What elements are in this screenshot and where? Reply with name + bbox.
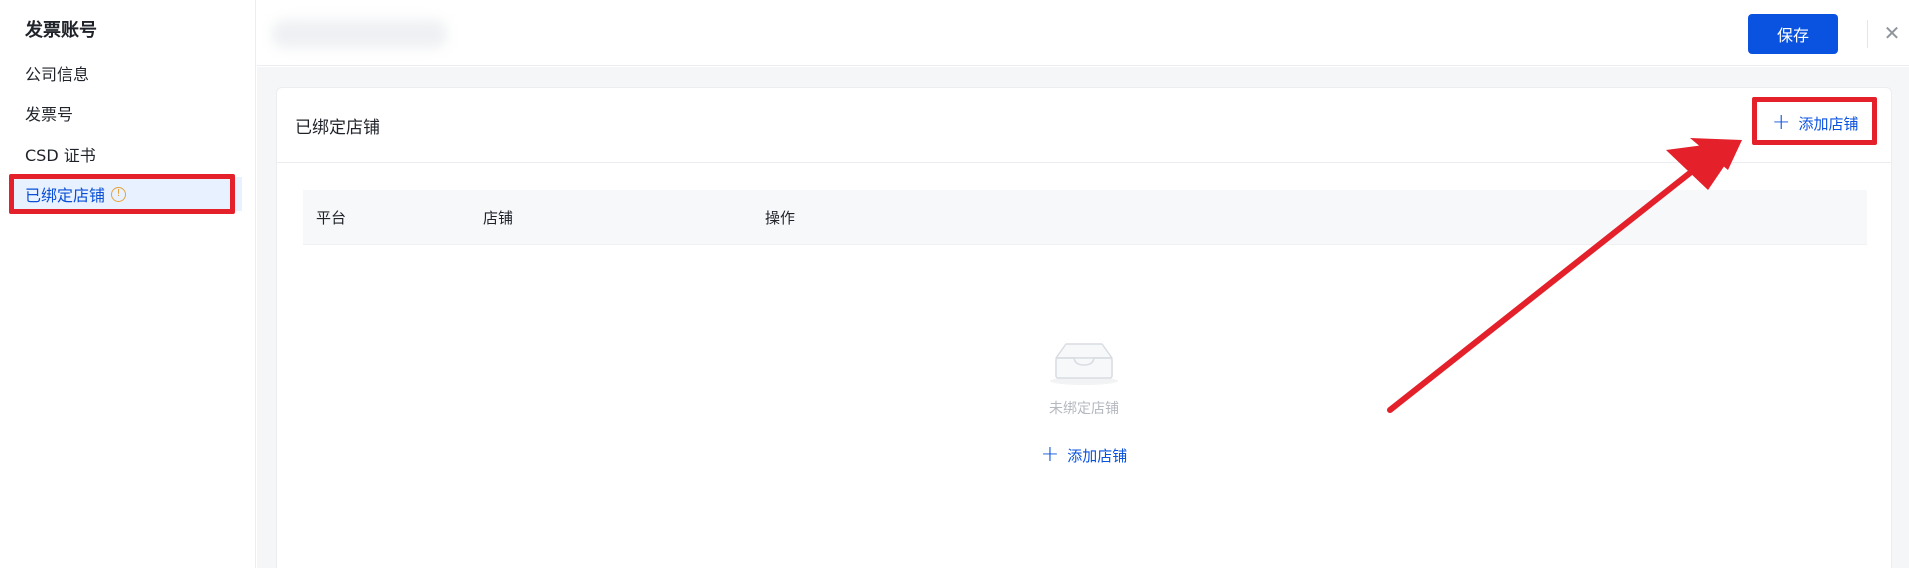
topbar-divider <box>1867 20 1868 48</box>
blurred-account-name <box>272 20 447 48</box>
column-header-action: 操作 <box>765 208 796 227</box>
empty-state: 未绑定店铺 + 添加店铺 <box>277 338 1891 466</box>
add-store-button[interactable]: + 添加店铺 <box>1772 112 1858 134</box>
column-header-platform: 平台 <box>316 208 347 227</box>
top-bar: 保存 ✕ <box>257 0 1909 66</box>
app-window: 发票账号 公司信息 发票号 CSD 证书 已绑定店铺 ! 保存 ✕ 已绑定店铺 … <box>0 0 1909 568</box>
sidebar-item-invoice-number[interactable]: 发票号 <box>12 96 242 130</box>
info-circle-icon: ! <box>111 186 127 202</box>
plus-icon: + <box>1772 110 1791 135</box>
sidebar-title: 发票账号 <box>25 20 97 41</box>
stores-table: 平台 店铺 操作 <box>303 190 1867 245</box>
bound-stores-card: 已绑定店铺 + 添加店铺 平台 店铺 操作 未绑定店铺 + 添加店铺 <box>276 87 1892 568</box>
empty-state-text: 未绑定店铺 <box>1049 401 1119 417</box>
card-header: 已绑定店铺 + 添加店铺 <box>277 88 1891 163</box>
table-header: 平台 店铺 操作 <box>303 190 1867 245</box>
sidebar-item-csd-certificate[interactable]: CSD 证书 <box>12 137 242 171</box>
sidebar-item-bound-stores[interactable]: 已绑定店铺 ! <box>12 177 242 211</box>
sidebar-item-label: 公司信息 <box>25 65 90 84</box>
main-content: 已绑定店铺 + 添加店铺 平台 店铺 操作 未绑定店铺 + 添加店铺 <box>257 67 1909 568</box>
sidebar-item-label: 已绑定店铺 <box>25 186 106 205</box>
add-store-empty-label: 添加店铺 <box>1067 446 1128 465</box>
column-header-store: 店铺 <box>483 208 514 227</box>
plus-icon: + <box>1040 442 1060 467</box>
add-store-label: 添加店铺 <box>1798 114 1859 133</box>
sidebar-item-label: CSD 证书 <box>25 146 96 165</box>
close-icon[interactable]: ✕ <box>1877 18 1907 48</box>
empty-inbox-icon <box>1050 343 1118 385</box>
sidebar-item-label: 发票号 <box>25 105 74 124</box>
add-store-empty-button[interactable]: + 添加店铺 <box>1041 444 1127 466</box>
card-title: 已绑定店铺 <box>295 118 380 138</box>
save-button[interactable]: 保存 <box>1748 14 1838 54</box>
sidebar-item-company-info[interactable]: 公司信息 <box>12 56 242 90</box>
sidebar: 发票账号 公司信息 发票号 CSD 证书 已绑定店铺 ! <box>0 0 256 568</box>
